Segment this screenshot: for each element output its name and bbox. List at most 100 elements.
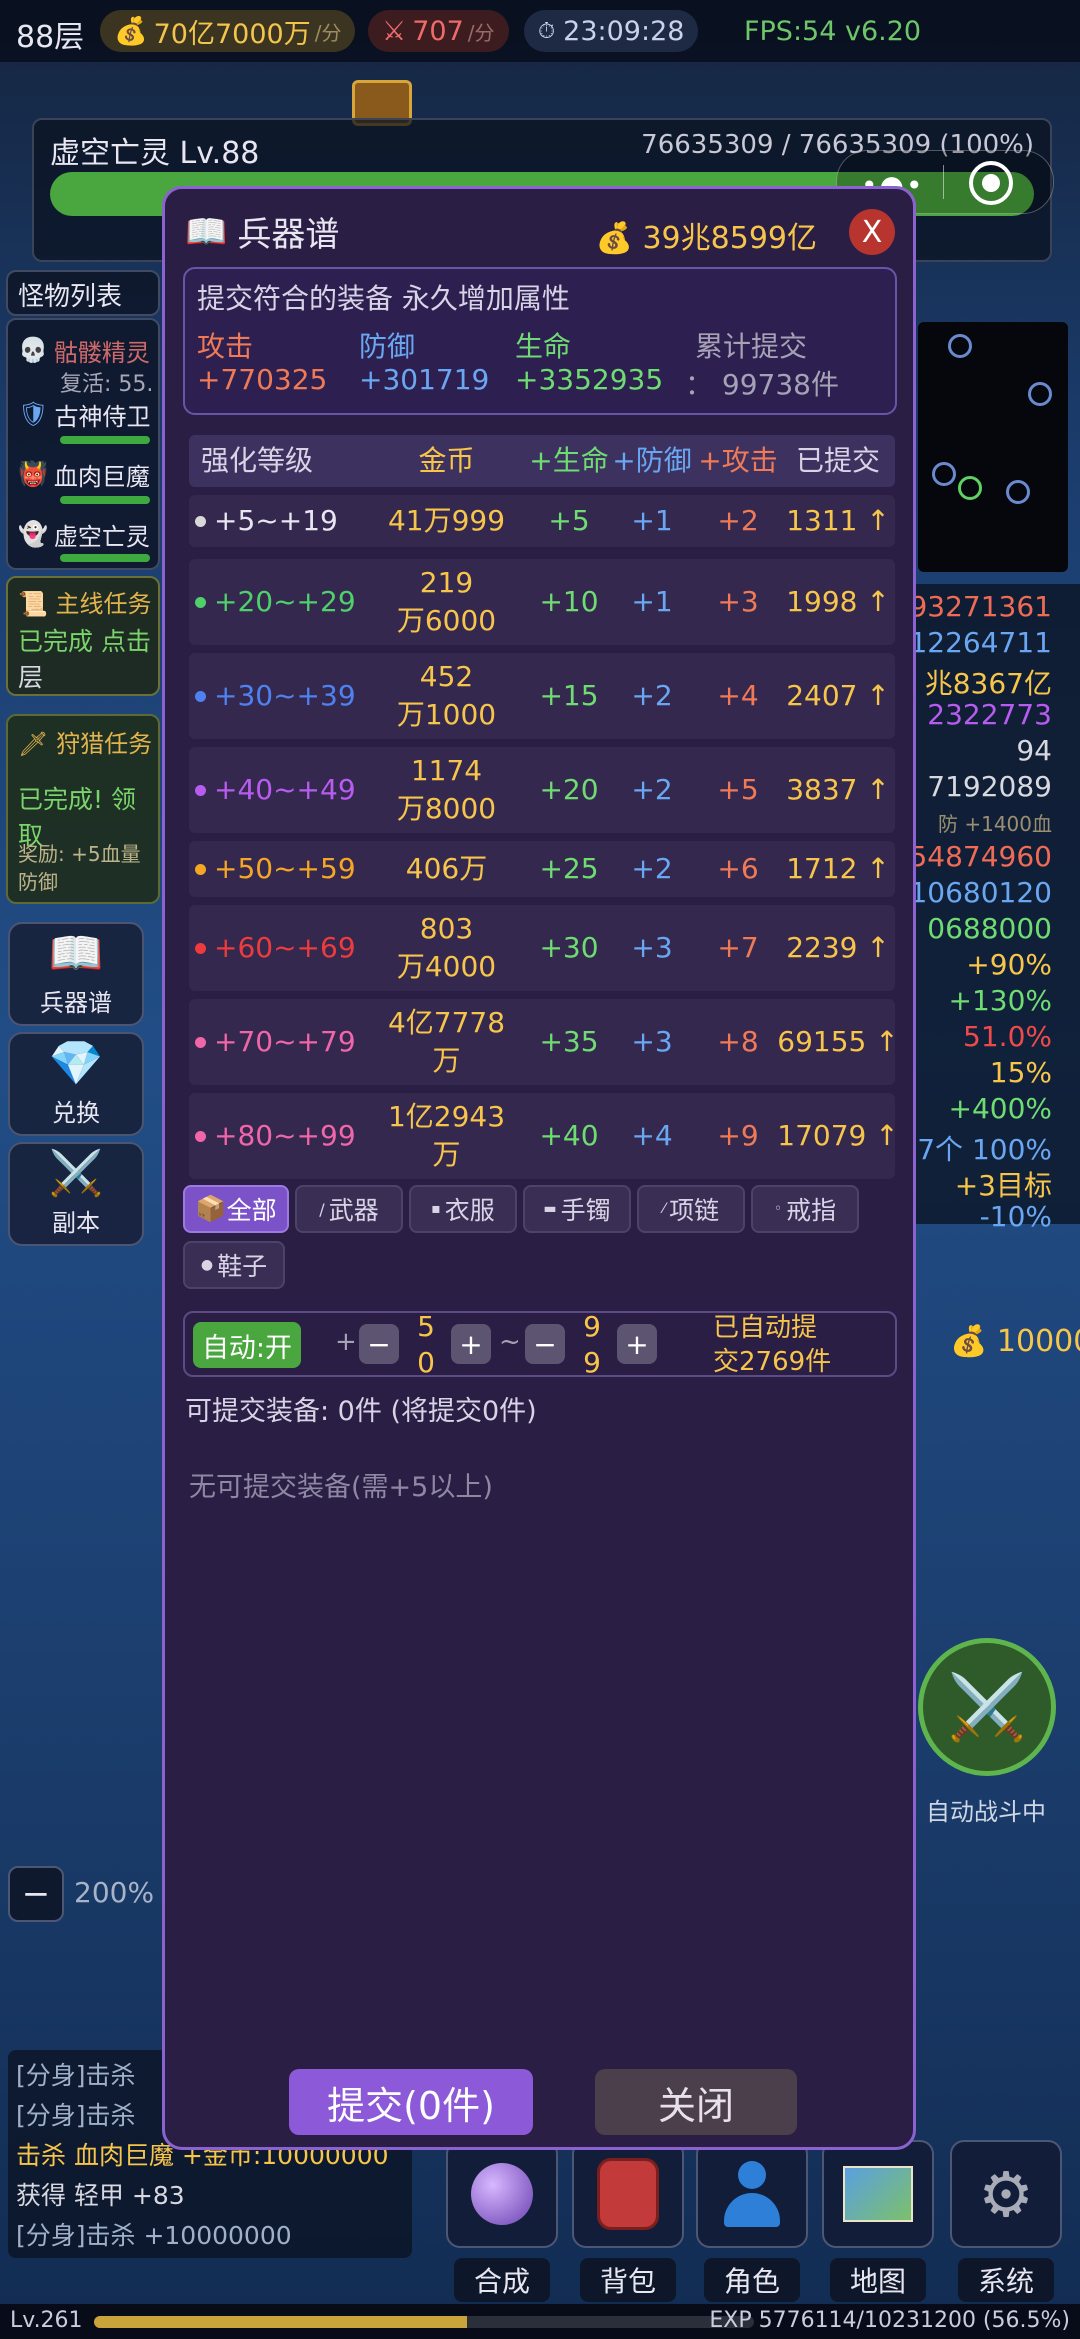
header-submitted: 已提交 [795, 444, 880, 477]
min-level-value[interactable]: 5 0 [413, 1309, 439, 1381]
diamond-icon: 💎 [48, 1038, 104, 1089]
kill-rate-pill: ⚔ 707 /分 [368, 10, 509, 52]
nav-map[interactable]: 地图 [822, 2140, 934, 2302]
dialog-title-text: 兵器谱 [237, 215, 340, 255]
shield-icon: 🛡 [18, 400, 49, 428]
row-gold-text: 1174 万8000 [396, 754, 497, 825]
row-gold-text: 406万 [405, 852, 488, 885]
armor-icon: ▪ [431, 1201, 441, 1217]
minimap-player [958, 476, 982, 500]
main-quest-title: 📜 主线任务 [18, 584, 152, 619]
submit-button[interactable]: 提交(0件) [289, 2069, 533, 2135]
log-line: [分身]击杀 [16, 2061, 136, 2090]
monster-list-header[interactable]: 怪物列表 [6, 270, 160, 316]
max-level-value[interactable]: 9 9 [579, 1309, 605, 1381]
max-increase-button[interactable]: + [617, 1324, 657, 1364]
auto-submit-toggle[interactable]: 自动:开 [193, 1322, 301, 1368]
row-defense-text: +3 [631, 1025, 673, 1058]
max-decrease-button[interactable]: − [525, 1324, 565, 1364]
row-defense-text: +2 [631, 773, 673, 806]
stopwatch-icon: ⏱ [538, 18, 556, 44]
row-gold: 219 万6000 [364, 559, 529, 645]
crossed-swords-icon: ⚔️ [947, 1670, 1027, 1745]
table-row: +70~+79 4亿7778 万 +35 +3 +8 69155 ↑ [189, 999, 899, 1085]
main-quest-title-text: 主线任务 [55, 590, 152, 618]
filter-tab-all[interactable]: 📦 全部 [183, 1185, 289, 1233]
row-submitted-text: 1311 ↑ [786, 504, 890, 537]
row-attack-text: +8 [717, 1025, 759, 1058]
row-attack-text: +3 [717, 585, 759, 618]
monster-item[interactable]: 👻 虚空亡灵 [18, 508, 150, 560]
zoom-out-symbol: − [21, 1874, 51, 1914]
money-bag-icon: 💰 [950, 1324, 988, 1359]
filter-tab-clothes[interactable]: ▪ 衣服 [409, 1185, 517, 1233]
total-label: 累计提交 [695, 330, 808, 363]
kill-rate-value: 707 [412, 15, 464, 47]
defense-value: +301719 [359, 363, 490, 396]
ring-icon: ◦ [773, 1201, 783, 1217]
nav-character[interactable]: 角色 [696, 2140, 808, 2302]
row-defense-text: +2 [631, 852, 673, 885]
row-defense: +2 [609, 653, 695, 739]
person-icon [696, 2140, 808, 2248]
row-submitted-text: 2239 ↑ [786, 931, 890, 964]
row-attack: +7 [695, 905, 781, 991]
min-decrease-button[interactable]: − [359, 1324, 399, 1364]
row-submitted: 17079 ↑ [777, 1093, 898, 1179]
auto-submit-panel: 自动:开 + − 5 0 + ~ − 9 9 + 已自动提 交2769件 [183, 1310, 897, 1379]
row-attack-text: +7 [717, 931, 759, 964]
close-button[interactable]: 关闭 [595, 2069, 797, 2135]
row-level-text: +80~+99 [214, 1119, 356, 1152]
minimap-unit [932, 462, 956, 486]
hunt-quest-panel[interactable]: 🗡 狩猎任务 已完成! 领取 奖励: +5血量 防御 [6, 714, 160, 904]
nav-backpack[interactable]: 背包 [572, 2140, 684, 2302]
auto-battle-button[interactable]: ⚔️ [918, 1638, 1056, 1776]
filter-tab-weapon[interactable]: / 武器 [295, 1185, 403, 1233]
rarity-dot-icon [195, 1130, 206, 1142]
attack-value: +770325 [197, 363, 328, 396]
row-attack: +6 [695, 841, 781, 897]
weapon-book-dialog: 📖 兵器谱 💰 39兆8599亿 X 提交符合的装备 永久增加属性 攻击 +77… [162, 186, 916, 2150]
filter-tab-ring[interactable]: ◦ 戒指 [751, 1185, 859, 1233]
nav-synthesize[interactable]: 合成 [446, 2140, 558, 2302]
top-status-bar: 88层 💰 70亿7000万 /分 ⚔ 707 /分 ⏱ 23:09:28 FP… [0, 0, 1080, 62]
monster-item[interactable]: 👹 血肉巨魔 [18, 448, 150, 500]
filter-tab-necklace[interactable]: ⁄ 项链 [637, 1185, 745, 1233]
stat-value: +90% [966, 948, 1052, 981]
close-icon[interactable]: X [849, 209, 895, 255]
stat-value: 防 +1400血 [937, 812, 1052, 836]
gold-rate-unit: /分 [314, 20, 342, 45]
stat-value: +3目标 [954, 1169, 1052, 1202]
demon-icon: 👹 [18, 460, 48, 488]
nav-settings[interactable]: ⚙ 系统 [950, 2140, 1062, 2302]
row-submitted: 3837 ↑ [781, 747, 895, 833]
row-attack: +5 [695, 747, 781, 833]
filter-tab-shoes[interactable]: ● 鞋子 [183, 1241, 285, 1289]
exit-miniprogram-icon[interactable] [969, 161, 1013, 205]
row-submitted-text: 17079 ↑ [777, 1119, 899, 1152]
zoom-level: 200% [74, 1876, 155, 1909]
life-value: +3352935 [515, 363, 664, 396]
gold-rate-pill: 💰 70亿7000万 /分 [100, 10, 356, 52]
table-row: +80~+99 1亿2943 万 +40 +4 +9 17079 ↑ [189, 1093, 899, 1179]
stat-value: 7个 100% [917, 1133, 1052, 1166]
exchange-button[interactable]: 💎 兑换 [8, 1032, 144, 1136]
row-life: +15 [529, 653, 609, 739]
min-increase-button[interactable]: + [451, 1324, 491, 1364]
row-level-text: +5~+19 [214, 504, 338, 537]
attack-label: 攻击 [197, 330, 254, 363]
filter-tab-bracelet[interactable]: ▬ 手镯 [523, 1185, 631, 1233]
row-level: +30~+39 [195, 653, 365, 739]
row-level: +5~+19 [195, 495, 365, 547]
table-row: +5~+19 41万999 +5 +1 +2 1311 ↑ [189, 495, 895, 547]
row-defense: +3 [609, 999, 695, 1085]
row-life: +20 [529, 747, 609, 833]
zoom-out-button[interactable]: − [8, 1866, 64, 1922]
stat-value: 51.0% [963, 1020, 1052, 1053]
weapon-book-button[interactable]: 📖 兵器谱 [8, 922, 144, 1026]
ground-gold-value: 10000 [996, 1324, 1080, 1359]
monster-item[interactable]: 🛡 古神侍卫 [18, 388, 150, 440]
dungeon-button[interactable]: ⚔️ 副本 [8, 1142, 144, 1246]
row-attack: +4 [695, 653, 781, 739]
main-quest-panel[interactable]: 📜 主线任务 已完成 点击 层 [6, 576, 160, 696]
